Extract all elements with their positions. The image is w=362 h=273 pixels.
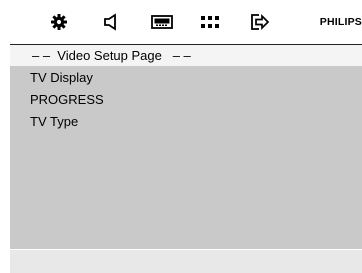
menu-item-progress[interactable]: PROGRESS — [30, 92, 104, 108]
menu-item-tv-display[interactable]: TV Display — [30, 70, 93, 86]
menu-item-tv-type[interactable]: TV Type — [30, 114, 78, 130]
exit-icon[interactable] — [250, 13, 272, 31]
gear-icon[interactable] — [50, 13, 72, 31]
video-setup-menu: TV Display PROGRESS TV Type — [10, 66, 362, 249]
setup-toolbar: PHILIPS — [0, 0, 362, 44]
video-screen-icon[interactable] — [151, 13, 173, 31]
page-title: – – Video Setup Page – – — [10, 45, 362, 66]
status-bar — [10, 250, 362, 273]
page-title-text: – – Video Setup Page – – — [32, 48, 191, 63]
preference-dots-icon[interactable] — [200, 13, 222, 31]
brand-logo: PHILIPS — [319, 16, 362, 28]
speaker-icon[interactable] — [103, 13, 125, 31]
